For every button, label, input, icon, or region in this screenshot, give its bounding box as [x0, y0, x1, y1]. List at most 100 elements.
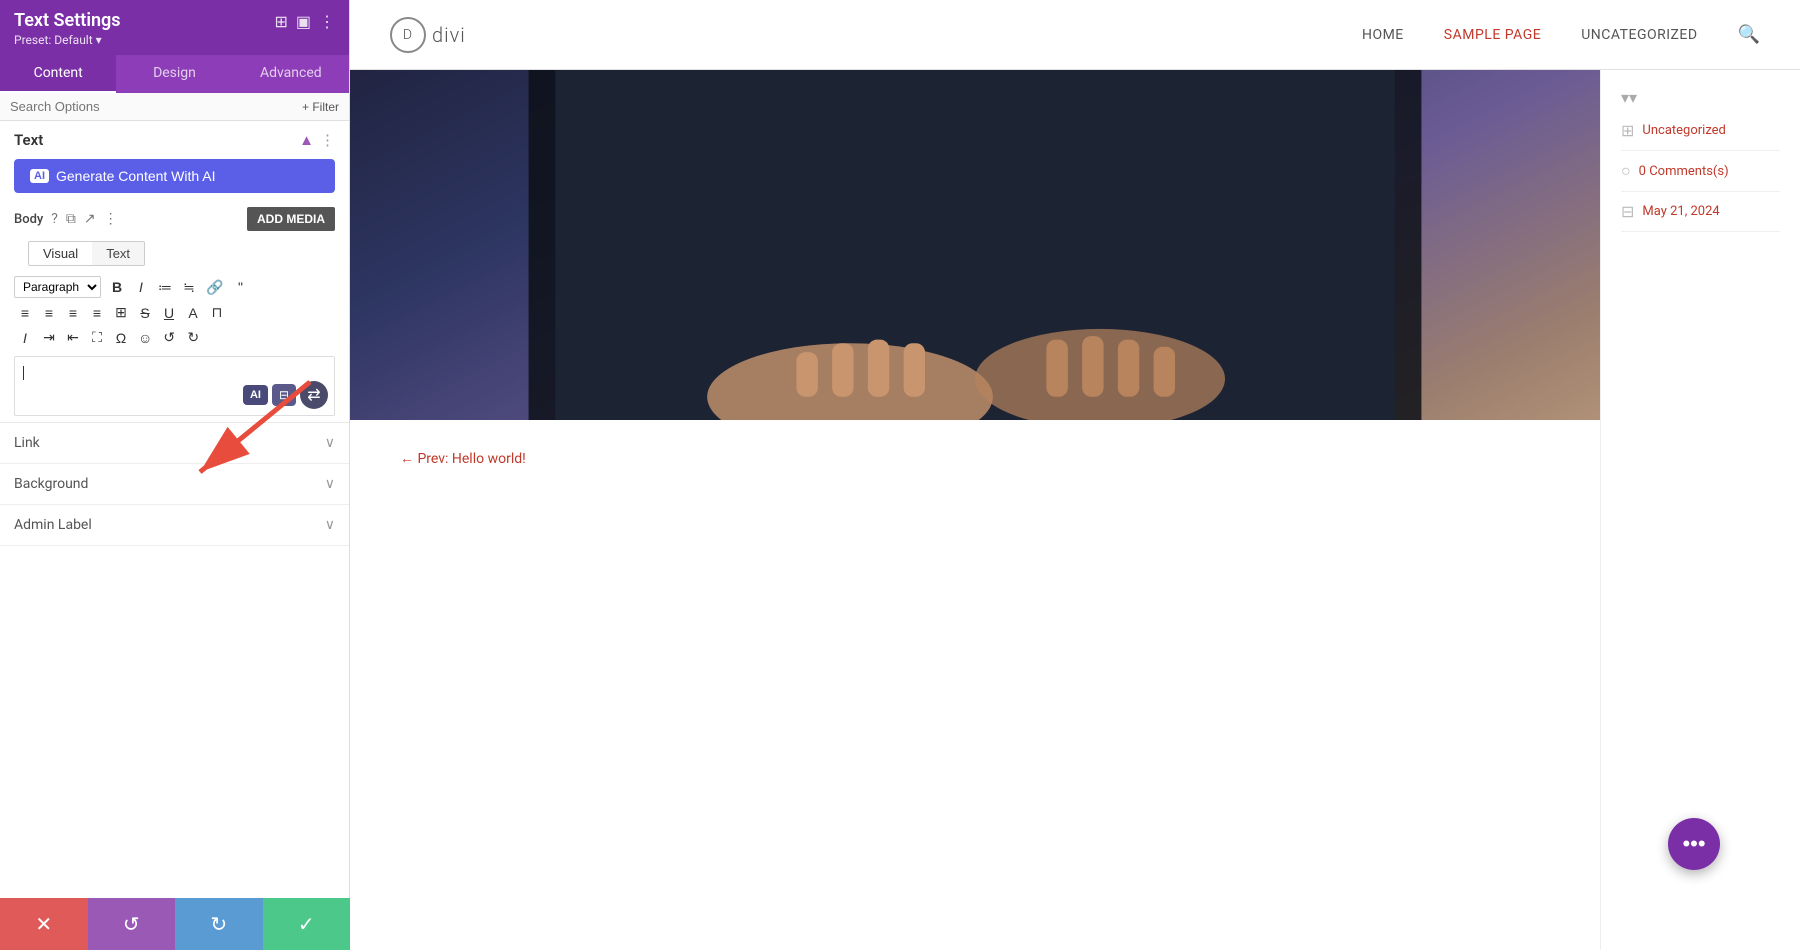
admin-chevron-icon: ∨ — [325, 517, 335, 533]
text-section-header[interactable]: Text ▲ ⋮ — [0, 121, 349, 159]
more-icon[interactable]: ⋮ — [319, 12, 335, 31]
tab-design[interactable]: Design — [116, 55, 232, 93]
toolbar-row-2: ≡ ≡ ≡ ≡ ⊞ S U A ⊓ — [0, 300, 349, 325]
tab-advanced[interactable]: Advanced — [233, 55, 349, 93]
toolbar-row-1: Paragraph Heading 1 Heading 2 B I ≔ ≒ 🔗 … — [0, 274, 349, 300]
date-value: May 21, 2024 — [1642, 204, 1719, 219]
outdent-button[interactable]: ⇤ — [62, 327, 84, 348]
underline-button[interactable]: U — [158, 303, 180, 323]
link-button[interactable]: 🔗 — [202, 277, 227, 298]
nav-logo: D divi — [390, 17, 466, 53]
editor-ai-button[interactable]: AI — [243, 385, 268, 405]
text-color-button[interactable]: A — [182, 303, 204, 323]
copy-icon[interactable]: ⧉ — [66, 211, 76, 227]
main-content: D divi HOME SAMPLE PAGE UNCATEGORIZED 🔍 — [350, 0, 1800, 950]
italic2-button[interactable]: I — [14, 328, 36, 348]
section-more-icon[interactable]: ⋮ — [320, 131, 335, 149]
text-editor-area[interactable]: AI ⊟ ⇄ — [14, 356, 335, 416]
generate-ai-button[interactable]: AI Generate Content With AI — [14, 159, 335, 193]
settings-panel: Text Settings Preset: Default ▾ ⊞ ▣ ⋮ Co… — [0, 0, 350, 950]
ordered-list-button[interactable]: ≒ — [178, 277, 200, 298]
editor-lines-button[interactable]: ⊟ — [272, 384, 296, 406]
nav-home[interactable]: HOME — [1362, 27, 1404, 43]
nav-arrows: ▾ ▾ — [1621, 80, 1780, 111]
arrow-left-icon[interactable]: ▾ — [1621, 88, 1629, 107]
bold-button[interactable]: B — [106, 277, 128, 297]
hero-image — [350, 70, 1600, 420]
undo-button[interactable]: ↺ — [88, 898, 176, 950]
italic-button[interactable]: I — [130, 277, 152, 297]
admin-label-section[interactable]: Admin Label ∨ — [0, 505, 349, 546]
paste-button[interactable]: ⊓ — [206, 302, 228, 323]
background-section-title: Background — [14, 476, 88, 492]
background-section[interactable]: Background ∨ — [0, 464, 349, 505]
admin-label-title: Admin Label — [14, 517, 92, 533]
arrow-icon[interactable]: ↗ — [84, 211, 96, 227]
nav-uncategorized[interactable]: UNCATEGORIZED — [1581, 27, 1697, 43]
panel-preset[interactable]: Preset: Default ▾ — [14, 33, 121, 47]
text-section-title: Text — [14, 131, 43, 149]
body-more-icon[interactable]: ⋮ — [104, 211, 118, 227]
close-button[interactable]: ✕ — [0, 898, 88, 950]
prev-link: ← Prev: Hello world! — [350, 420, 1600, 497]
link-section[interactable]: Link ∨ — [0, 423, 349, 464]
text-tab[interactable]: Text — [92, 242, 144, 265]
columns-icon[interactable]: ▣ — [296, 12, 311, 31]
unordered-list-button[interactable]: ≔ — [154, 277, 176, 298]
cursor — [23, 366, 24, 380]
body-label: Body — [14, 212, 43, 227]
search-input[interactable] — [10, 99, 302, 114]
calendar-icon: ⊟ — [1621, 202, 1634, 221]
comments-row: ○ 0 Comments(s) — [1621, 151, 1780, 192]
redo-button[interactable]: ↻ — [175, 898, 263, 950]
panel-tabs: Content Design Advanced — [0, 55, 349, 93]
align-right-button[interactable]: ≡ — [62, 303, 84, 323]
visual-tab[interactable]: Visual — [29, 242, 92, 265]
editor-float-toolbar: AI ⊟ ⇄ — [243, 381, 328, 409]
date-row: ⊟ May 21, 2024 — [1621, 192, 1780, 232]
comments-value: 0 Comments(s) — [1639, 164, 1729, 179]
toolbar-row-3: I ⇥ ⇤ ⛶ Ω ☺ ↺ ↻ — [0, 325, 349, 350]
table-button[interactable]: ⊞ — [110, 302, 132, 323]
add-media-button[interactable]: ADD MEDIA — [247, 207, 335, 231]
align-center-button[interactable]: ≡ — [38, 303, 60, 323]
ai-button-label: Generate Content With AI — [56, 168, 216, 184]
paragraph-select[interactable]: Paragraph Heading 1 Heading 2 — [14, 276, 101, 298]
nav-sample-page[interactable]: SAMPLE PAGE — [1444, 27, 1541, 43]
strikethrough-button[interactable]: S — [134, 303, 156, 323]
text-section: Text ▲ ⋮ AI Generate Content With AI Bod… — [0, 121, 349, 423]
body-row: Body ? ⧉ ↗ ⋮ ADD MEDIA — [0, 203, 349, 237]
background-chevron-icon: ∨ — [325, 476, 335, 492]
main-column: ← Prev: Hello world! — [350, 70, 1600, 950]
tab-content[interactable]: Content — [0, 55, 116, 93]
align-left-button[interactable]: ≡ — [14, 303, 36, 323]
arrow-right-icon[interactable]: ▾ — [1629, 88, 1637, 107]
category-value: Uncategorized — [1642, 123, 1725, 138]
text-section-controls: ▲ ⋮ — [299, 131, 335, 149]
divi-logo-circle: D — [390, 17, 426, 53]
align-justify-button[interactable]: ≡ — [86, 303, 108, 323]
panel-title: Text Settings — [14, 10, 121, 31]
redo-editor-button[interactable]: ↻ — [182, 327, 204, 348]
filter-button[interactable]: + Filter — [302, 100, 339, 114]
save-button[interactable]: ✓ — [263, 898, 351, 950]
link-chevron-icon: ∨ — [325, 435, 335, 451]
fab-button[interactable]: ••• — [1668, 818, 1720, 870]
indent-button[interactable]: ⇥ — [38, 327, 60, 348]
help-icon[interactable]: ? — [51, 211, 58, 227]
undo-editor-button[interactable]: ↺ — [158, 327, 180, 348]
prev-link-anchor[interactable]: ← Prev: Hello world! — [400, 451, 526, 467]
editor-tabs: Visual Text — [28, 241, 145, 266]
emoji-button[interactable]: ☺ — [134, 328, 156, 348]
page-content: ← Prev: Hello world! ▾ ▾ ⊞ Uncategorized… — [350, 70, 1800, 950]
fullscreen-button[interactable]: ⛶ — [86, 327, 108, 348]
collapse-icon[interactable]: ▲ — [299, 131, 314, 149]
editor-swap-button[interactable]: ⇄ — [300, 381, 328, 409]
divi-logo-text: divi — [432, 23, 466, 47]
grid-side-icon: ⊞ — [1621, 121, 1634, 140]
nav-search-icon[interactable]: 🔍 — [1738, 24, 1760, 45]
grid-icon[interactable]: ⊞ — [274, 12, 287, 31]
panel-header: Text Settings Preset: Default ▾ ⊞ ▣ ⋮ — [0, 0, 349, 55]
blockquote-button[interactable]: " — [229, 277, 251, 297]
special-char-button[interactable]: Ω — [110, 328, 132, 348]
